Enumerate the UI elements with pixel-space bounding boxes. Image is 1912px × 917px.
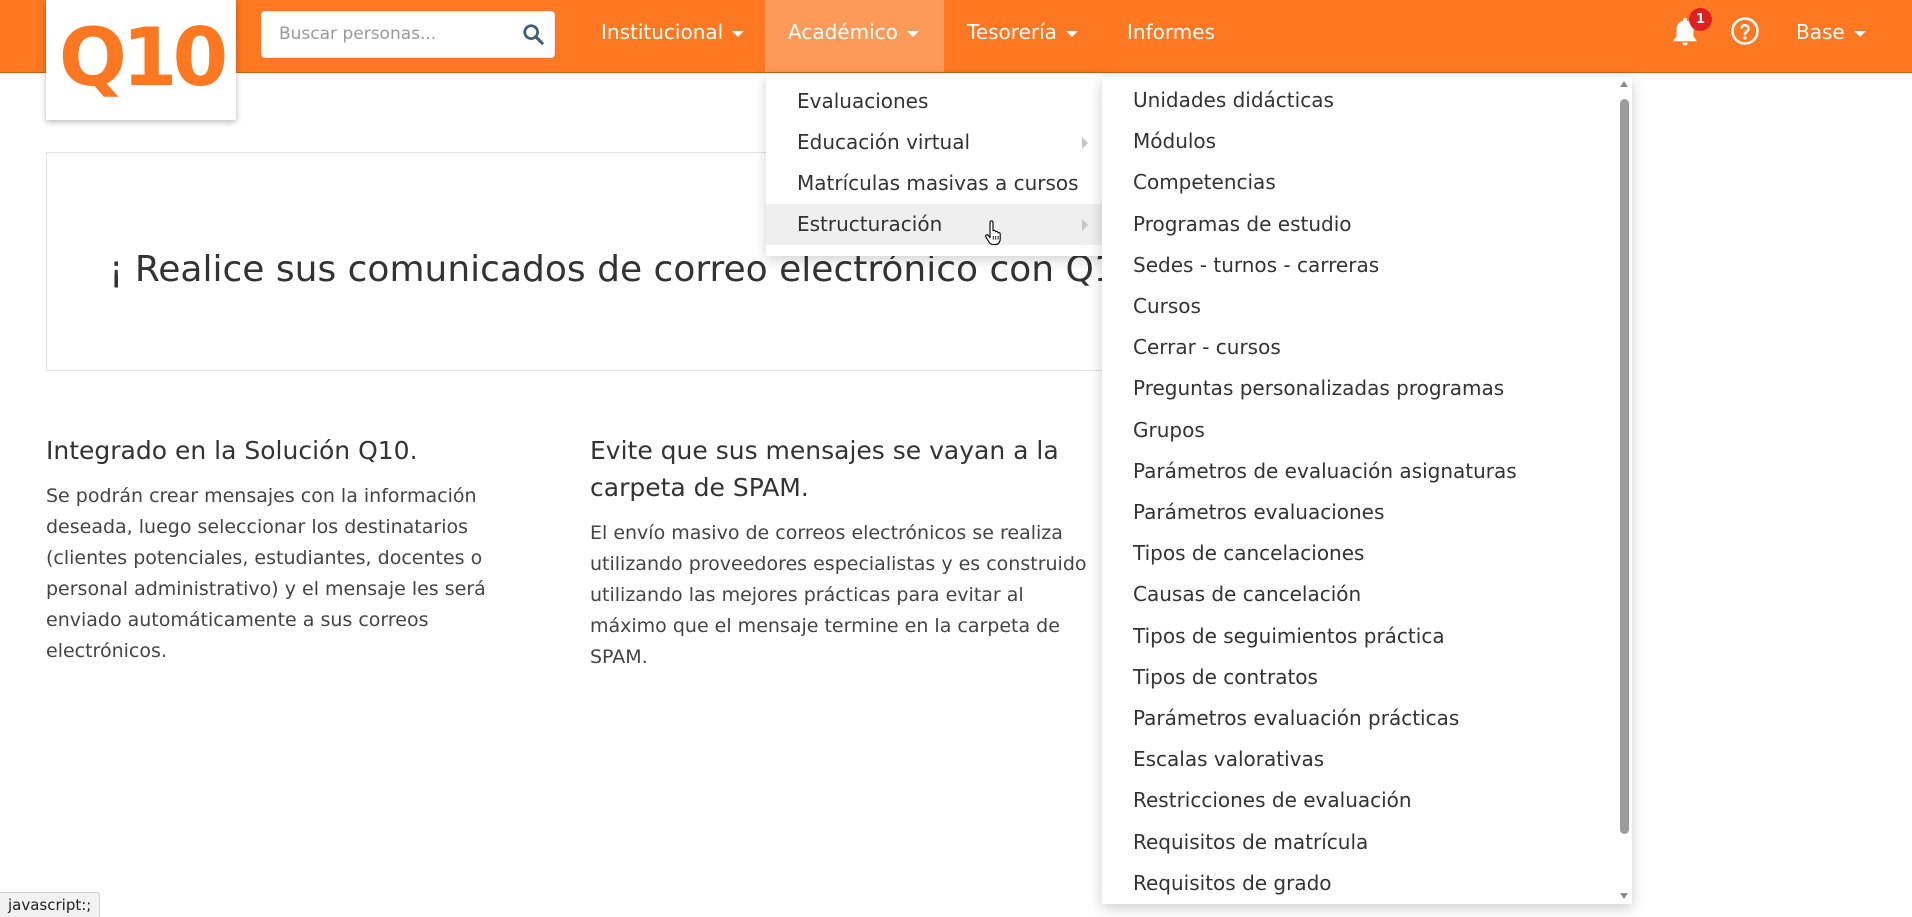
menu-item-estructuracion[interactable]: Estructuración [766, 204, 1102, 245]
nav-institucional[interactable]: Institucional [578, 0, 767, 72]
top-navbar: Institucional Académico Tesorería Inform… [0, 0, 1912, 73]
nav-academico[interactable]: Académico [765, 0, 944, 72]
user-menu[interactable]: Base [1796, 0, 1866, 64]
q10-logo[interactable]: Q10 [46, 0, 236, 120]
estructuracion-submenu: Unidades didácticas Módulos Competencias Pr… [1102, 77, 1632, 904]
caret-down-icon [906, 30, 919, 37]
logo-text: Q10 [58, 11, 228, 104]
menu-item-educacion-virtual[interactable]: Educación virtual [766, 122, 1102, 163]
chevron-right-icon [1082, 137, 1088, 149]
nav-academico-label: Académico [788, 20, 898, 44]
search-input[interactable] [262, 12, 519, 55]
nav-informes[interactable]: Informes [1104, 0, 1238, 72]
nav-institucional-label: Institucional [601, 20, 724, 44]
caret-down-icon [732, 30, 745, 37]
help-circle-icon[interactable] [1730, 16, 1760, 46]
menu-item-matriculas-masivas[interactable]: Matrículas masivas a cursos [766, 163, 1102, 204]
feature-body: Se podrán crear mensajes con la informac… [46, 485, 486, 662]
submenu-item[interactable]: Requisitos de matrícula [1133, 822, 1368, 863]
menu-item-label: Matrículas masivas a cursos [797, 171, 1079, 195]
submenu-item[interactable]: Requisitos de grado [1133, 863, 1332, 904]
submenu-item[interactable]: Tipos de seguimientos práctica [1133, 616, 1445, 657]
scrollbar-thumb[interactable] [1620, 99, 1629, 834]
hand-pointer-icon [985, 220, 1001, 246]
submenu-item[interactable]: Parámetros evaluaciones [1133, 492, 1384, 533]
scroll-up-arrow-icon[interactable] [1620, 81, 1628, 87]
submenu-item[interactable]: Programas de estudio [1133, 204, 1352, 245]
feature-body: El envío masivo de correos electrónicos … [590, 522, 1087, 668]
user-menu-label: Base [1796, 20, 1845, 44]
menu-item-label: Evaluaciones [797, 89, 929, 113]
menu-item-label: Estructuración [797, 212, 943, 236]
caret-down-icon [1065, 30, 1078, 37]
status-bar-url: javascript:; [0, 892, 101, 917]
menu-item-evaluaciones[interactable]: Evaluaciones [766, 81, 1102, 122]
nav-tesoreria-label: Tesorería [967, 20, 1057, 44]
submenu-scrollbar[interactable] [1616, 77, 1632, 904]
submenu-item[interactable]: Restricciones de evaluación [1133, 780, 1412, 821]
scroll-down-arrow-icon[interactable] [1620, 893, 1628, 899]
submenu-item[interactable]: Sedes - turnos - carreras [1133, 245, 1379, 286]
submenu-item[interactable]: Cerrar - cursos [1133, 327, 1281, 368]
nav-tesoreria[interactable]: Tesorería [944, 0, 1101, 72]
submenu-item[interactable]: Preguntas personalizadas programas [1133, 368, 1504, 409]
submenu-item[interactable]: Grupos [1133, 410, 1205, 451]
nav-informes-label: Informes [1127, 20, 1215, 44]
feature-column-1: Integrado en la Solución Q10. Se podrán … [46, 432, 516, 667]
feature-title: Integrado en la Solución Q10. [46, 436, 418, 465]
submenu-item[interactable]: Módulos [1133, 121, 1216, 162]
submenu-item[interactable]: Tipos de contratos [1133, 657, 1318, 698]
submenu-item[interactable]: Parámetros evaluación prácticas [1133, 698, 1459, 739]
submenu-item[interactable]: Parámetros de evaluación asignaturas [1133, 451, 1517, 492]
submenu-item[interactable]: Competencias [1133, 162, 1276, 203]
submenu-item[interactable]: Tipos de cancelaciones [1133, 533, 1364, 574]
submenu-item[interactable]: Causas de cancelación [1133, 574, 1361, 615]
search-box [261, 11, 555, 58]
submenu-item[interactable]: Escalas valorativas [1133, 739, 1324, 780]
feature-column-2: Evite que sus mensajes se vayan a la car… [590, 432, 1090, 673]
search-icon[interactable] [522, 23, 544, 45]
submenu-item[interactable]: Unidades didácticas [1133, 80, 1334, 121]
caret-down-icon [1853, 30, 1866, 37]
menu-item-label: Educación virtual [797, 130, 971, 154]
notification-badge: 1 [1689, 8, 1712, 31]
feature-title: Evite que sus mensajes se vayan a la car… [590, 436, 1059, 502]
academico-dropdown: Evaluaciones Educación virtual Matrícula… [766, 73, 1102, 256]
chevron-right-icon [1082, 219, 1088, 231]
submenu-item[interactable]: Cursos [1133, 286, 1201, 327]
